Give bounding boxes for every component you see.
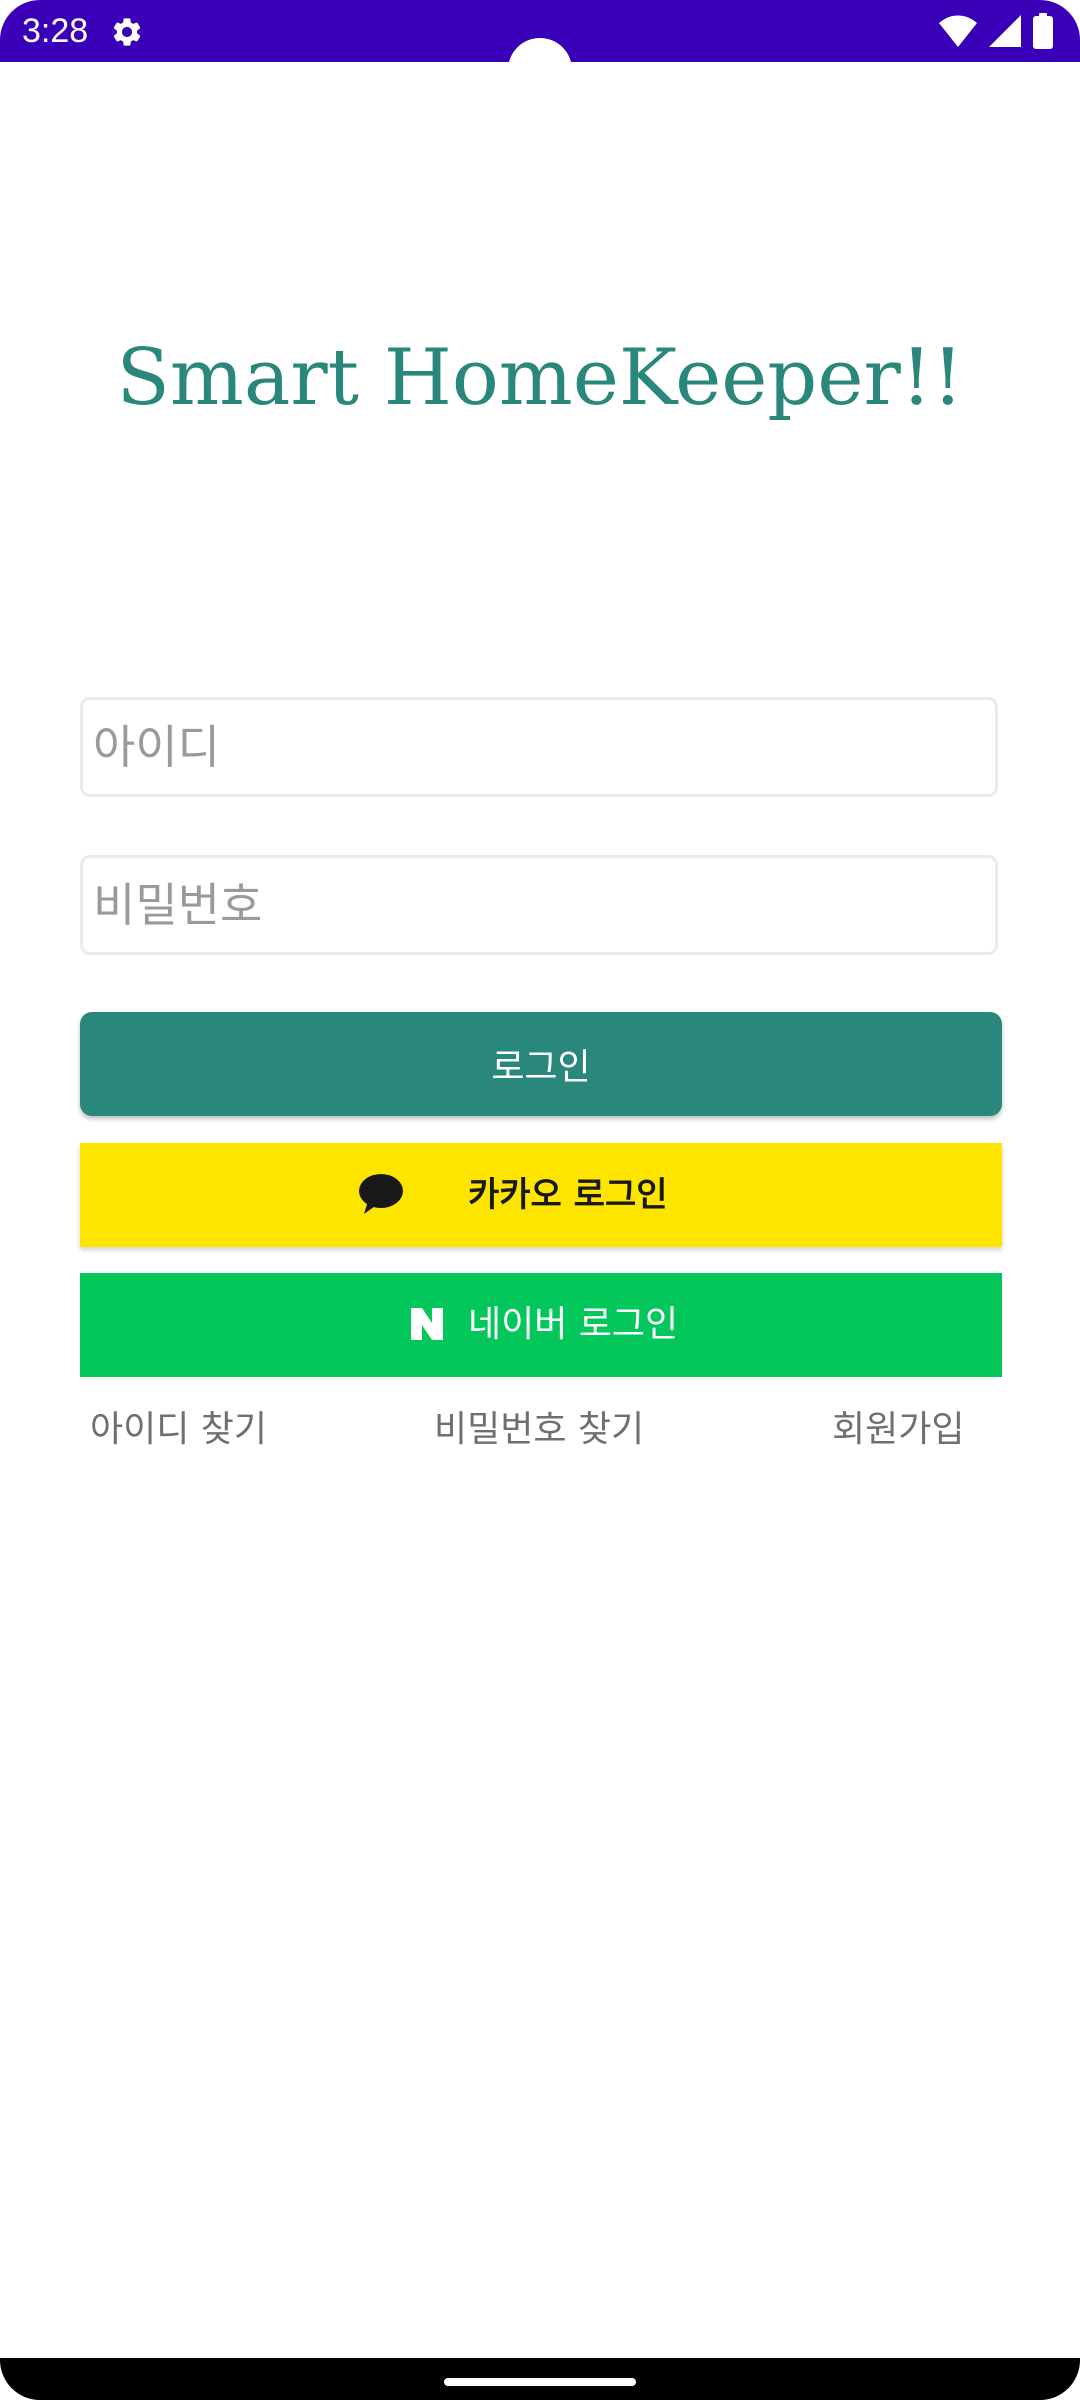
- naver-login-button[interactable]: 네이버 로그인: [80, 1273, 1002, 1377]
- gear-icon: [113, 18, 141, 46]
- battery-icon: [1033, 13, 1053, 49]
- signal-icon: [989, 15, 1021, 47]
- camera-cutout: [508, 38, 572, 102]
- app-title: Smart HomeKeeper!!: [116, 333, 964, 423]
- kakao-login-label: 카카오 로그인: [468, 1175, 668, 1215]
- login-button-label: 로그인: [491, 1047, 591, 1088]
- naver-login-label: 네이버 로그인: [468, 1304, 679, 1345]
- naver-n-icon: [411, 1308, 443, 1340]
- password-input[interactable]: [80, 855, 998, 955]
- speech-bubble-icon: [359, 1174, 403, 1214]
- wifi-icon: [939, 15, 977, 47]
- sign-up-link[interactable]: 회원가입: [832, 1402, 964, 1458]
- status-icons: [938, 12, 1054, 50]
- status-bar: 3:28: [0, 0, 1080, 102]
- find-password-link[interactable]: 비밀번호 찾기: [434, 1402, 644, 1458]
- id-input[interactable]: [80, 697, 998, 797]
- kakao-login-button[interactable]: 카카오 로그인: [80, 1143, 1002, 1247]
- home-handle[interactable]: [444, 2378, 636, 2386]
- login-button[interactable]: 로그인: [80, 1012, 1002, 1116]
- find-id-link[interactable]: 아이디 찾기: [90, 1402, 267, 1458]
- navigation-bar: [0, 2358, 1080, 2400]
- status-time: 3:28: [22, 12, 89, 50]
